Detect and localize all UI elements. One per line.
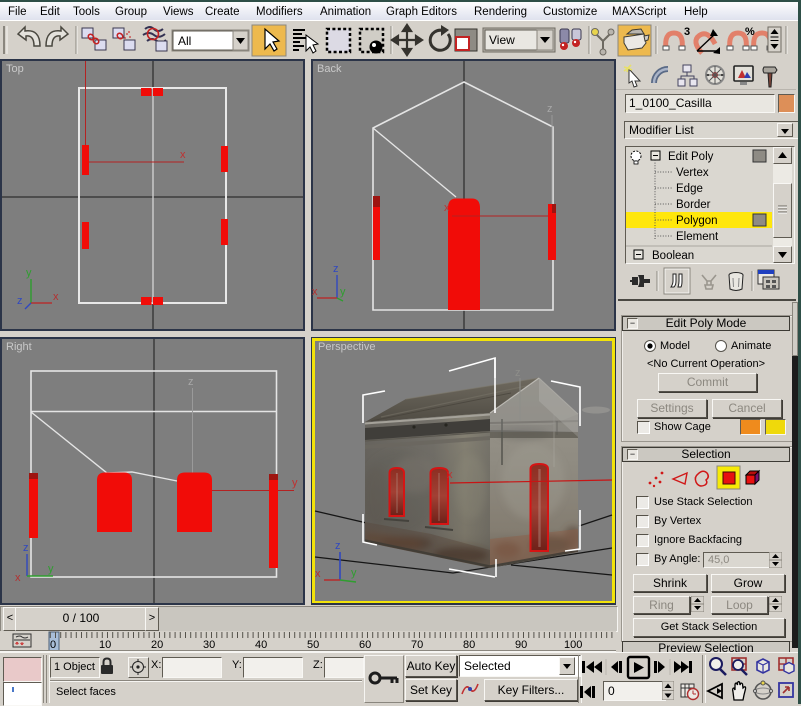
svg-text:x: x bbox=[447, 469, 453, 481]
svg-text:z: z bbox=[515, 367, 521, 379]
svg-text:x: x bbox=[15, 572, 21, 584]
svg-text:Polygon: Polygon bbox=[676, 215, 718, 227]
svg-text:z: z bbox=[17, 295, 23, 307]
svg-text:x: x bbox=[180, 149, 186, 161]
svg-text:z: z bbox=[333, 263, 339, 275]
svg-text:y: y bbox=[292, 477, 298, 489]
svg-text:Vertex: Vertex bbox=[676, 167, 709, 179]
svg-text:50: 50 bbox=[307, 639, 319, 651]
svg-text:40: 40 bbox=[255, 639, 267, 651]
svg-text:x: x bbox=[315, 568, 321, 580]
svg-text:Edge: Edge bbox=[676, 183, 703, 195]
svg-text:80: 80 bbox=[463, 639, 475, 651]
svg-text:y: y bbox=[26, 267, 32, 279]
svg-text:0: 0 bbox=[50, 639, 56, 651]
svg-text:60: 60 bbox=[359, 639, 371, 651]
svg-text:z: z bbox=[547, 103, 553, 115]
svg-text:All: All bbox=[178, 34, 191, 48]
svg-text:z: z bbox=[23, 542, 29, 554]
svg-text:3: 3 bbox=[684, 26, 690, 38]
svg-text:Element: Element bbox=[676, 231, 719, 243]
svg-text:x: x bbox=[444, 202, 450, 214]
svg-text:x: x bbox=[53, 291, 59, 303]
svg-text:y: y bbox=[48, 563, 54, 575]
svg-text:z: z bbox=[335, 540, 341, 552]
svg-text:y: y bbox=[340, 286, 346, 298]
svg-text:Edit Poly: Edit Poly bbox=[668, 151, 714, 163]
svg-text:z: z bbox=[188, 376, 194, 388]
svg-text:x: x bbox=[312, 286, 318, 298]
svg-text:30: 30 bbox=[203, 639, 215, 651]
svg-text:Boolean: Boolean bbox=[652, 250, 694, 261]
svg-text:100: 100 bbox=[564, 639, 582, 651]
svg-text:10: 10 bbox=[99, 639, 111, 651]
svg-text:Border: Border bbox=[676, 199, 711, 211]
svg-text:y: y bbox=[351, 567, 357, 579]
svg-text:View: View bbox=[489, 33, 515, 47]
svg-text:90: 90 bbox=[515, 639, 527, 651]
svg-text:70: 70 bbox=[411, 639, 423, 651]
svg-text:20: 20 bbox=[151, 639, 163, 651]
